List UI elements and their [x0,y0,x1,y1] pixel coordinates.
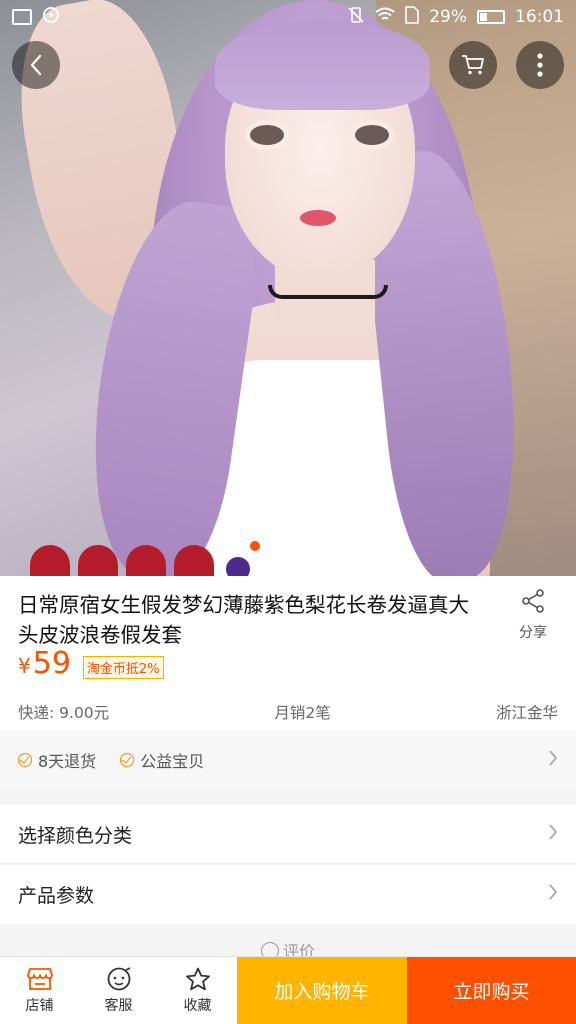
service-label: 公益宝贝 [140,752,205,771]
favorite-tab[interactable]: 收藏 [158,957,237,1024]
vibrate-off-icon [347,6,365,29]
shop-label: 店铺 [25,997,54,1014]
favorite-label: 收藏 [183,997,212,1014]
product-image[interactable] [0,0,576,576]
gallery-pager[interactable] [0,541,576,551]
pager-dot[interactable] [316,541,326,551]
meta-row: 快递: 9.00元 月销2笔 浙江金华 [18,701,558,723]
service-item-charity: 公益宝贝 [120,748,204,772]
share-icon [522,589,544,613]
cart-button[interactable] [449,41,497,89]
ship-from-location: 浙江金华 [495,704,558,722]
wifi-icon [375,7,395,28]
service-guarantees[interactable]: 8天退货 公益宝贝 [0,730,576,790]
shop-tab[interactable]: 店铺 [0,957,79,1024]
coin-discount-badge: 淘金币抵2% [82,656,164,679]
cart-icon [462,55,484,75]
select-color-row[interactable]: 选择颜色分类 [0,805,576,864]
product-params-row[interactable]: 产品参数 [0,865,576,924]
chevron-right-icon [548,822,558,847]
product-title: 日常原宿女生假发梦幻薄藤紫色梨花长卷发逼真大头皮波浪卷假发套 [18,593,469,647]
bottom-action-bar: 店铺 客服 收藏 加入购物车 立即购买 [0,956,576,1024]
back-button[interactable] [12,41,60,89]
check-circle-icon [120,753,135,767]
star-icon [185,967,211,991]
status-bar: 29% 16:01 [0,0,576,34]
price-row: ¥ 59 淘金币抵2% [18,646,164,681]
chevron-right-icon [548,882,558,907]
pager-dot[interactable] [272,541,282,551]
more-button[interactable] [516,41,564,89]
store-icon [26,967,53,991]
model-eye-left [245,120,289,150]
shipping-fee: 快递: 9.00元 [18,704,110,722]
chat-face-icon [106,966,132,991]
select-color-label: 选择颜色分类 [18,824,133,847]
service-label: 8天退货 [38,752,97,771]
sim-icon [405,5,420,29]
product-params-label: 产品参数 [18,885,95,907]
media-notification-icon [42,6,60,29]
service-item-return: 8天退货 [18,748,96,772]
customer-service-label: 客服 [104,997,133,1014]
pager-dot[interactable] [250,541,260,551]
share-button[interactable]: 分享 [510,588,556,642]
model-choker [268,285,388,299]
price-currency: ¥ [18,654,31,678]
product-info: 日常原宿女生假发梦幻薄藤紫色梨花长卷发逼真大头皮波浪卷假发套 分享 ¥ 59 淘… [0,576,576,730]
buy-now-button[interactable]: 立即购买 [407,957,576,1024]
chevron-right-icon [548,748,558,773]
chevron-left-icon [30,54,42,76]
add-to-cart-button[interactable]: 加入购物车 [237,957,407,1024]
price-value: 59 [32,646,71,681]
more-vertical-icon [537,53,543,77]
check-circle-icon [18,753,32,767]
model-lips [300,210,336,226]
gallery-notification-icon [12,9,32,25]
customer-service-tab[interactable]: 客服 [79,957,158,1024]
share-label: 分享 [519,625,547,641]
clock: 16:01 [515,7,564,27]
pager-dot[interactable] [294,541,304,551]
monthly-sales: 月销2笔 [274,704,331,722]
battery-percent: 29% [429,7,467,27]
model-eye-right [350,120,394,150]
battery-icon [477,10,505,24]
